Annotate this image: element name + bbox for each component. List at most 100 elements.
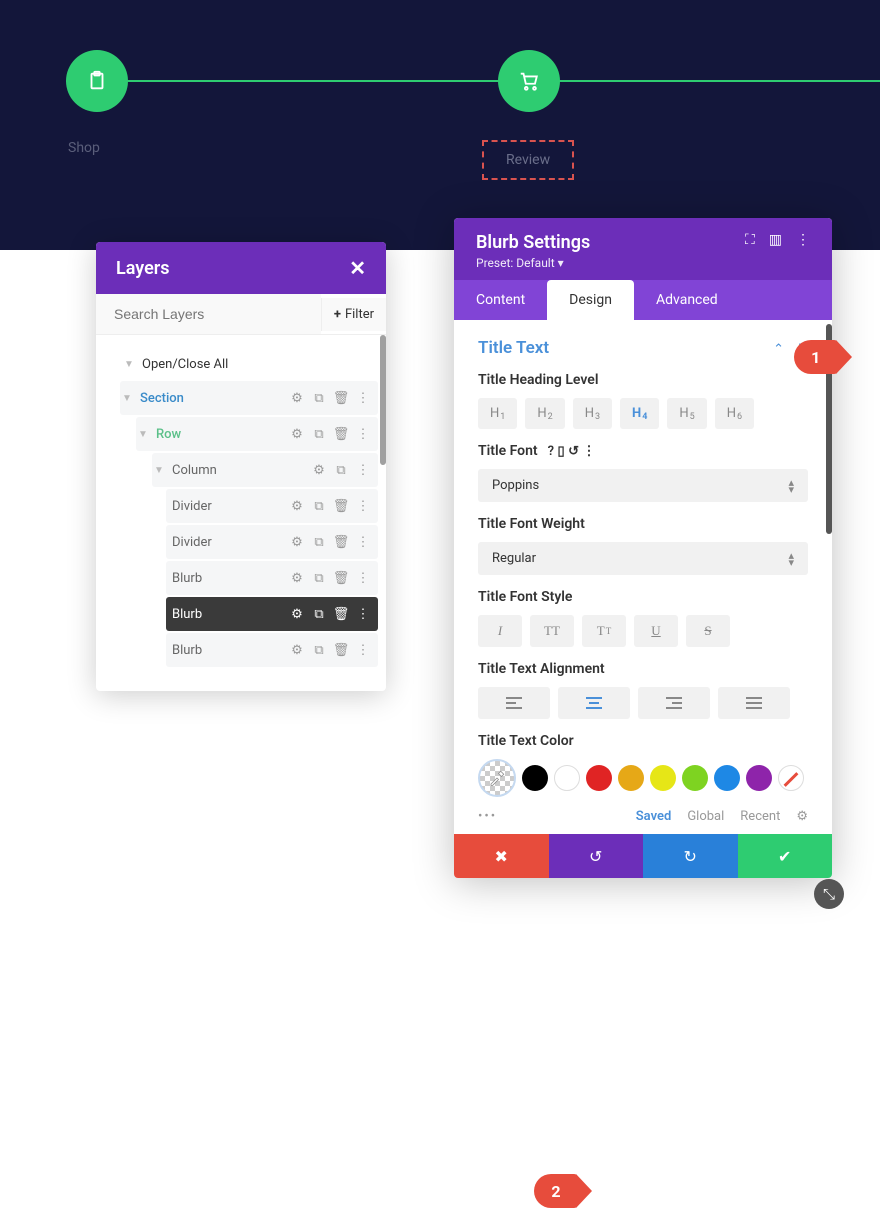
align-right-button[interactable] (638, 687, 710, 719)
gear-icon[interactable]: ⚙ (288, 389, 306, 407)
italic-button[interactable]: I (478, 615, 522, 647)
tab-advanced[interactable]: Advanced (634, 280, 740, 320)
reset-icon[interactable]: ↺ (568, 444, 579, 459)
more-icon[interactable]: ⋮ (354, 497, 372, 515)
layer-row[interactable]: ▼ Row ⚙ ⧉ 🗑 ⋮ (136, 417, 378, 451)
gear-icon[interactable]: ⚙ (310, 461, 328, 479)
layer-column[interactable]: ▼ Column ⚙ ⧉ ⋮ (152, 453, 378, 487)
h2-option[interactable]: H2 (525, 398, 564, 429)
close-icon[interactable]: ✕ (349, 256, 366, 280)
gear-icon[interactable]: ⚙ (288, 641, 306, 659)
swatch-purple[interactable] (746, 765, 772, 791)
duplicate-icon[interactable]: ⧉ (310, 497, 328, 515)
underline-button[interactable]: U (634, 615, 678, 647)
layer-divider[interactable]: Divider ⚙ ⧉ 🗑 ⋮ (166, 525, 378, 559)
layer-actions: ⚙ ⧉ 🗑 ⋮ (288, 605, 378, 623)
trash-icon[interactable]: 🗑 (332, 533, 350, 551)
layer-blurb[interactable]: Blurb ⚙ ⧉ 🗑 ⋮ (166, 633, 378, 667)
duplicate-icon[interactable]: ⧉ (310, 389, 328, 407)
uppercase-button[interactable]: TT (530, 615, 574, 647)
trash-icon[interactable]: 🗑 (332, 497, 350, 515)
swatch-red[interactable] (586, 765, 612, 791)
resize-handle[interactable]: ⤡ (814, 879, 844, 909)
smallcaps-button[interactable]: TT (582, 615, 626, 647)
step-review-label[interactable]: Review (482, 140, 574, 180)
step-review-circle[interactable] (498, 50, 560, 112)
gear-icon[interactable]: ⚙ (288, 605, 306, 623)
strikethrough-button[interactable]: S (686, 615, 730, 647)
h1-option[interactable]: H1 (478, 398, 517, 429)
swatch-none[interactable] (778, 765, 804, 791)
recent-colors-tab[interactable]: Recent (740, 809, 780, 824)
tab-design[interactable]: Design (547, 280, 634, 320)
layer-section[interactable]: ▼ Section ⚙ ⧉ 🗑 ⋮ (120, 381, 378, 415)
step-shop-circle[interactable] (66, 50, 128, 112)
duplicate-icon[interactable]: ⧉ (310, 425, 328, 443)
preset-selector[interactable]: Preset: Default ▾ (476, 256, 590, 270)
trash-icon[interactable]: 🗑 (332, 605, 350, 623)
gear-icon[interactable]: ⚙ (288, 533, 306, 551)
h3-option[interactable]: H3 (573, 398, 612, 429)
responsive-icon[interactable]: ▥ (769, 232, 782, 248)
align-center-button[interactable] (558, 687, 630, 719)
duplicate-icon[interactable]: ⧉ (310, 641, 328, 659)
trash-icon[interactable]: 🗑 (332, 641, 350, 659)
duplicate-icon[interactable]: ⧉ (310, 569, 328, 587)
swatch-black[interactable] (522, 765, 548, 791)
layer-blurb-active[interactable]: Blurb ⚙ ⧉ 🗑 ⋮ (166, 597, 378, 631)
global-colors-tab[interactable]: Global (687, 809, 724, 824)
filter-button[interactable]: + Filter (321, 298, 386, 331)
align-justify-button[interactable] (718, 687, 790, 719)
h4-option[interactable]: H4 (620, 398, 659, 429)
step-shop-label: Shop (68, 140, 100, 156)
layer-divider[interactable]: Divider ⚙ ⧉ 🗑 ⋮ (166, 489, 378, 523)
swatch-green[interactable] (682, 765, 708, 791)
more-icon[interactable]: ⋮ (354, 425, 372, 443)
search-input[interactable] (96, 294, 321, 334)
align-left-button[interactable] (478, 687, 550, 719)
open-close-all[interactable]: ▼ Open/Close All (104, 347, 378, 381)
h6-option[interactable]: H6 (715, 398, 754, 429)
duplicate-icon[interactable]: ⧉ (310, 605, 328, 623)
more-icon[interactable]: ⋮ (583, 444, 596, 459)
preview-icon[interactable]: ⛶ (745, 232, 755, 248)
section-title-text[interactable]: Title Text (478, 338, 808, 358)
h5-option[interactable]: H5 (667, 398, 706, 429)
more-icon[interactable]: ⋮ (354, 641, 372, 659)
gear-icon[interactable]: ⚙ (796, 809, 808, 824)
font-select[interactable]: Poppins ▴▾ (478, 469, 808, 502)
device-icon[interactable]: ▯ (558, 444, 565, 459)
undo-button[interactable]: ↺ (549, 834, 644, 878)
duplicate-icon[interactable]: ⧉ (332, 461, 350, 479)
chevron-down-icon: ▼ (120, 393, 134, 404)
more-icon[interactable]: ⋮ (354, 461, 372, 479)
gear-icon[interactable]: ⚙ (288, 569, 306, 587)
more-icon[interactable]: ⋮ (354, 533, 372, 551)
chevron-down-icon: ▼ (136, 429, 150, 440)
tree-scrollbar[interactable] (380, 335, 386, 465)
save-button[interactable]: ✔ (738, 834, 833, 878)
swatch-white[interactable] (554, 765, 580, 791)
swatch-yellow[interactable] (650, 765, 676, 791)
tab-content[interactable]: Content (454, 280, 547, 320)
redo-button[interactable]: ↻ (643, 834, 738, 878)
gear-icon[interactable]: ⚙ (288, 497, 306, 515)
swatch-blue[interactable] (714, 765, 740, 791)
weight-select[interactable]: Regular ▴▾ (478, 542, 808, 575)
more-colors-icon[interactable]: ••• (478, 809, 497, 824)
more-icon[interactable]: ⋮ (354, 389, 372, 407)
more-icon[interactable]: ⋮ (796, 232, 810, 248)
trash-icon[interactable]: 🗑 (332, 569, 350, 587)
help-icon[interactable]: ? (548, 444, 554, 459)
trash-icon[interactable]: 🗑 (332, 389, 350, 407)
duplicate-icon[interactable]: ⧉ (310, 533, 328, 551)
swatch-orange[interactable] (618, 765, 644, 791)
saved-colors-tab[interactable]: Saved (636, 809, 672, 824)
more-icon[interactable]: ⋮ (354, 605, 372, 623)
more-icon[interactable]: ⋮ (354, 569, 372, 587)
gear-icon[interactable]: ⚙ (288, 425, 306, 443)
color-picker-button[interactable] (478, 759, 516, 797)
trash-icon[interactable]: 🗑 (332, 425, 350, 443)
layer-blurb[interactable]: Blurb ⚙ ⧉ 🗑 ⋮ (166, 561, 378, 595)
cancel-button[interactable]: ✖ (454, 834, 549, 878)
